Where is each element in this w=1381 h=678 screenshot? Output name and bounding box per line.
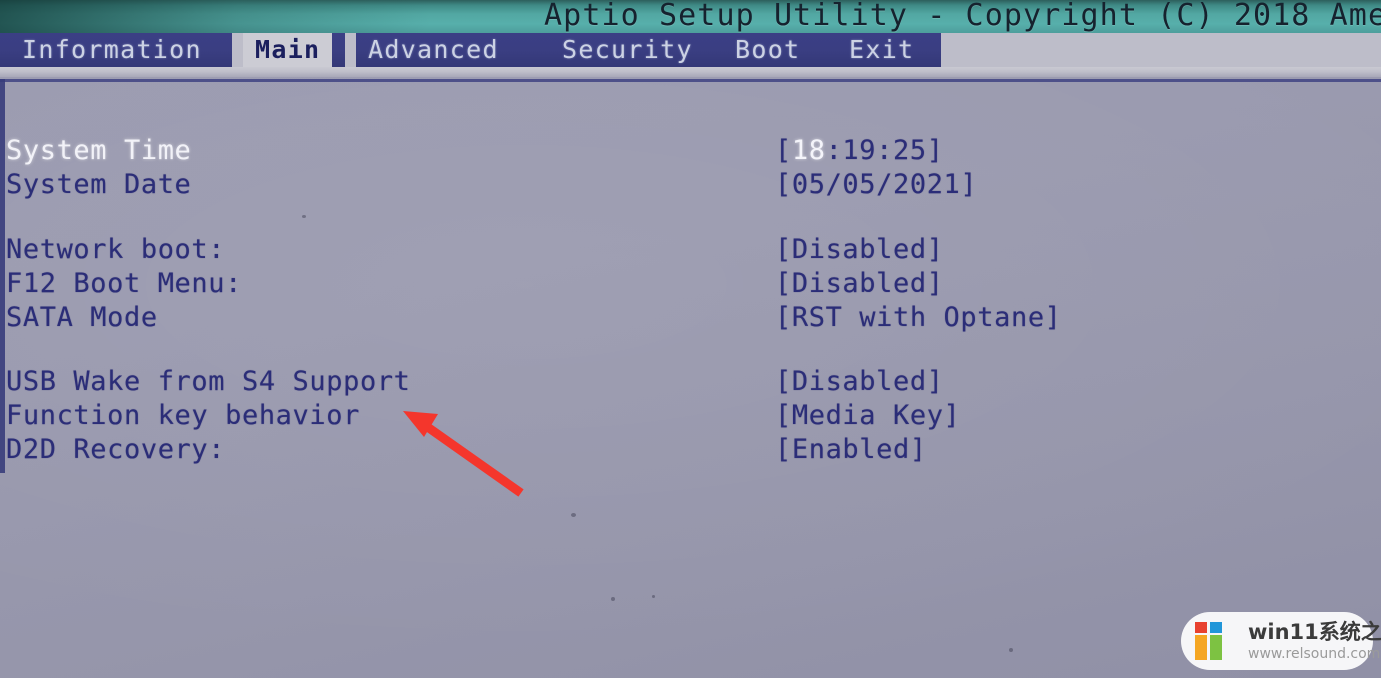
value-prefix: [ — [775, 135, 792, 166]
panel-speck — [652, 595, 655, 598]
menu-bar[interactable]: Information Main Advanced Security Boot … — [0, 33, 1381, 67]
tab-security[interactable]: Security — [550, 33, 705, 67]
setting-label-system-date: System Date — [6, 169, 192, 200]
watermark-url: www.relsound.com — [1248, 645, 1381, 662]
title-bar: Aptio Setup Utility - Copyright (C) 2018… — [0, 0, 1381, 33]
setting-label-f12-boot-menu: F12 Boot Menu: — [6, 268, 242, 299]
watermark: win11系统之家 www.relsound.com — [1181, 612, 1381, 670]
bios-setup-screen: Aptio Setup Utility - Copyright (C) 2018… — [0, 0, 1381, 678]
table-row[interactable]: F12 Boot Menu: [Disabled] — [0, 267, 1381, 301]
panel-speck — [611, 597, 615, 601]
setting-label-d2d-recovery: D2D Recovery: — [6, 434, 226, 465]
setting-value-usb-wake-from-s4[interactable]: [Disabled] — [775, 365, 944, 399]
tab-boot[interactable]: Boot — [723, 33, 812, 67]
tab-exit[interactable]: Exit — [837, 33, 926, 67]
setting-label-function-key-behavior: Function key behavior — [6, 400, 360, 431]
page-title: Aptio Setup Utility - Copyright (C) 2018… — [544, 0, 1381, 33]
menu-gap — [232, 33, 243, 67]
table-row[interactable]: Network boot: [Disabled] — [0, 233, 1381, 267]
panel-speck — [302, 215, 306, 218]
table-row[interactable]: Function key behavior [Media Key] — [0, 399, 1381, 433]
table-row[interactable]: D2D Recovery: [Enabled] — [0, 433, 1381, 467]
table-row[interactable]: USB Wake from S4 Support [Disabled] — [0, 365, 1381, 399]
value-suffix: :19:25] — [825, 135, 944, 166]
setting-value-f12-boot-menu[interactable]: [Disabled] — [775, 267, 944, 301]
setting-value-sata-mode[interactable]: [RST with Optane] — [775, 301, 1062, 335]
watermark-text: win11系统之家 www.relsound.com — [1248, 619, 1381, 662]
setting-value-function-key-behavior[interactable]: [Media Key] — [775, 399, 960, 433]
table-row[interactable]: System Time [18:19:25] — [0, 134, 1381, 168]
panel-speck — [1009, 648, 1013, 652]
setting-value-network-boot[interactable]: [Disabled] — [775, 233, 944, 267]
menu-gap — [941, 33, 1381, 67]
title-bar-shading — [0, 0, 430, 33]
setting-value-d2d-recovery[interactable]: [Enabled] — [775, 433, 927, 467]
setting-label-sata-mode: SATA Mode — [6, 302, 158, 333]
tab-advanced[interactable]: Advanced — [356, 33, 511, 67]
tab-information[interactable]: Information — [10, 33, 214, 67]
menu-underline — [0, 67, 1381, 77]
setting-label-system-time: System Time — [6, 135, 192, 166]
menu-gap — [345, 33, 356, 67]
table-row[interactable]: System Date [05/05/2021] — [0, 168, 1381, 202]
panel-speck — [571, 513, 576, 517]
settings-panel: System Time [18:19:25] System Date [05/0… — [0, 82, 1381, 465]
value-highlight-hour[interactable]: 18 — [792, 135, 826, 166]
tab-main[interactable]: Main — [243, 33, 333, 67]
win11-logo-icon — [1195, 622, 1222, 660]
setting-value-system-time[interactable]: [18:19:25] — [775, 134, 944, 168]
setting-label-network-boot: Network boot: — [6, 234, 226, 265]
table-row[interactable]: SATA Mode [RST with Optane] — [0, 301, 1381, 335]
watermark-title: win11系统之家 — [1248, 619, 1381, 644]
setting-label-usb-wake-from-s4: USB Wake from S4 Support — [6, 366, 411, 397]
setting-value-system-date[interactable]: [05/05/2021] — [775, 168, 977, 202]
